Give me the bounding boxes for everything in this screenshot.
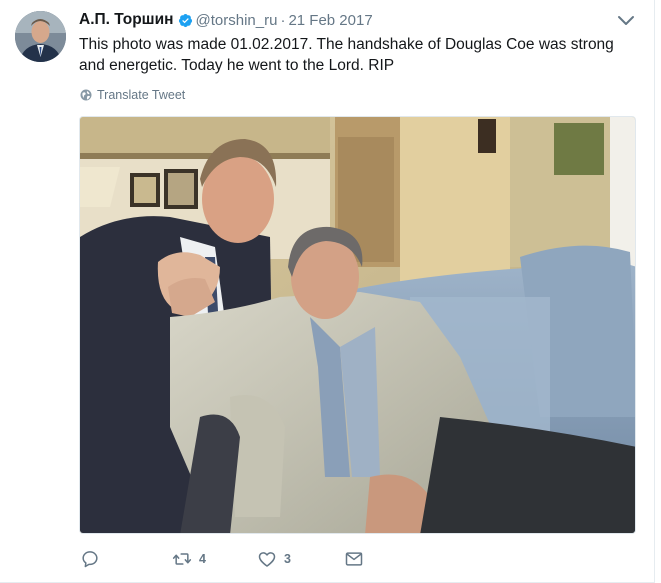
globe-icon bbox=[80, 89, 92, 101]
verified-badge-icon bbox=[178, 13, 192, 27]
retweet-count: 4 bbox=[199, 552, 206, 566]
retweet-button[interactable]: 4 bbox=[172, 548, 206, 570]
tweet-card: А.П. Торшин @torshin_ru · 21 Feb 2017 Th… bbox=[0, 0, 655, 583]
tweet-date[interactable]: 21 Feb 2017 bbox=[288, 12, 372, 29]
reply-button[interactable] bbox=[80, 548, 107, 570]
tweet-header: А.П. Торшин @torshin_ru · 21 Feb 2017 bbox=[79, 10, 373, 30]
like-count: 3 bbox=[284, 552, 291, 566]
direct-message-button[interactable] bbox=[344, 548, 364, 570]
avatar-image bbox=[15, 11, 66, 62]
photo-image bbox=[80, 117, 635, 533]
reply-icon bbox=[82, 551, 98, 568]
tweet-photo[interactable] bbox=[79, 116, 636, 534]
avatar[interactable] bbox=[15, 11, 66, 62]
like-button[interactable]: 3 bbox=[257, 548, 291, 570]
author-handle[interactable]: @torshin_ru bbox=[196, 12, 278, 29]
author-name[interactable]: А.П. Торшин bbox=[79, 11, 174, 29]
date-separator: · bbox=[280, 11, 286, 29]
tweet-text: This photo was made 01.02.2017. The hand… bbox=[79, 36, 614, 74]
retweet-icon bbox=[172, 553, 192, 565]
tweet-actions: 4 3 bbox=[80, 548, 380, 570]
translate-tweet-link[interactable]: Translate Tweet bbox=[80, 88, 185, 102]
translate-label: Translate Tweet bbox=[97, 88, 186, 102]
direct-message-icon bbox=[345, 552, 363, 566]
like-icon bbox=[258, 552, 276, 567]
chevron-down-icon[interactable] bbox=[617, 14, 635, 28]
